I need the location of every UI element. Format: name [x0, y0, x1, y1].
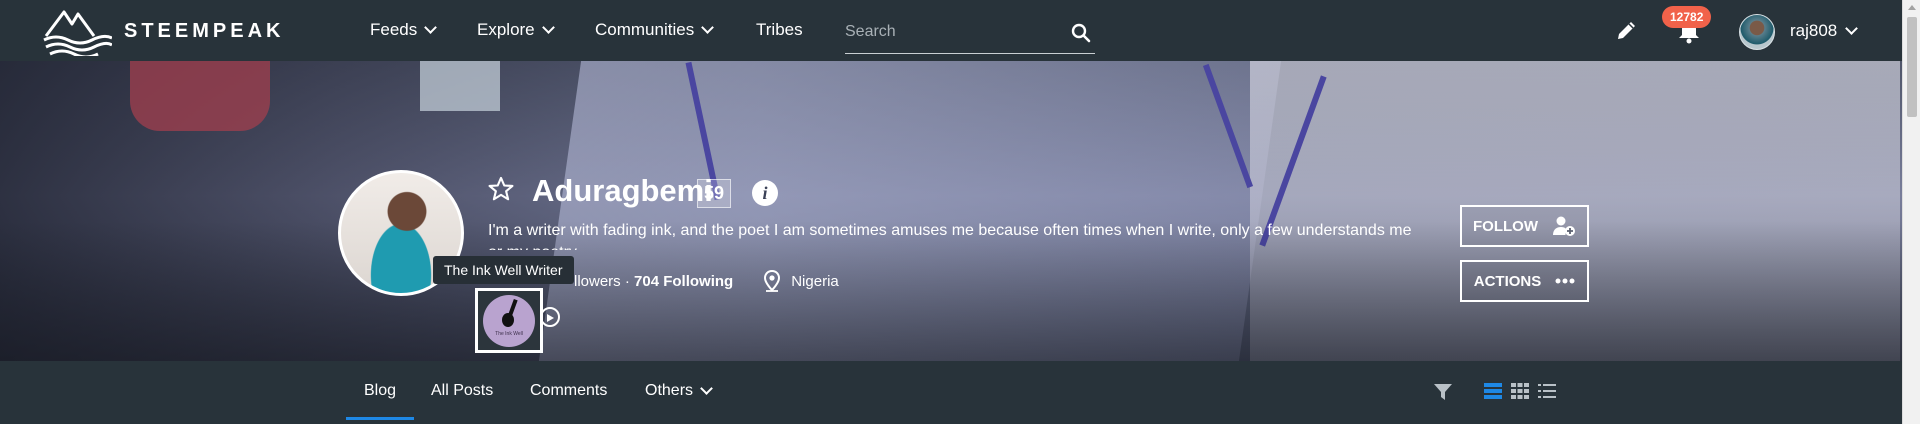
compact-list-icon[interactable] [1538, 383, 1556, 399]
ink-drop-shape [502, 312, 514, 327]
tab-all-posts-label: All Posts [431, 382, 494, 399]
nav-feeds-label: Feeds [370, 20, 418, 39]
top-navbar: STEEMPEAK Feeds Explore Communities Trib… [0, 0, 1902, 61]
more-dots-icon [1555, 278, 1575, 284]
star-icon[interactable] [487, 175, 515, 203]
follow-button[interactable]: FOLLOW [1460, 205, 1589, 247]
followers-count[interactable]: llowers [574, 273, 621, 290]
location: Nigeria [763, 270, 839, 292]
tab-others-label: Others [645, 382, 694, 399]
profile-name: Aduragbemi [532, 173, 713, 208]
nav-explore[interactable]: Explore [477, 20, 555, 40]
community-logo-text: The Ink Well [495, 330, 523, 337]
ink-well-logo: The Ink Well [483, 294, 535, 347]
nav-tribes[interactable]: Tribes [756, 20, 803, 40]
tab-blog[interactable]: Blog [364, 382, 396, 400]
filter-icon[interactable] [1433, 383, 1453, 401]
add-user-icon [1552, 216, 1575, 236]
actions-button[interactable]: ACTIONS [1460, 260, 1589, 302]
nav-feeds[interactable]: Feeds [370, 20, 438, 40]
play-circle-icon[interactable] [540, 307, 560, 327]
active-tab-indicator [346, 417, 414, 420]
nav-tribes-label: Tribes [756, 20, 803, 39]
tab-blog-label: Blog [364, 382, 397, 399]
follow-label: FOLLOW [1473, 217, 1538, 235]
tab-comments-label: Comments [530, 382, 608, 399]
community-badge[interactable]: The Ink Well [475, 288, 543, 353]
page: STEEMPEAK Feeds Explore Communities Trib… [0, 0, 1920, 424]
cover-shape [420, 61, 500, 111]
page-scrollbar[interactable] [1902, 0, 1920, 424]
community-tooltip: The Ink Well Writer [433, 256, 574, 284]
username-label: raj808 [1790, 21, 1838, 40]
grid-view-icon[interactable] [1511, 383, 1529, 399]
user-menu[interactable]: raj808 [1790, 21, 1859, 41]
list-view-icon[interactable] [1484, 383, 1502, 399]
chevron-down-icon [701, 21, 715, 34]
search-input[interactable] [845, 14, 1065, 50]
actions-label: ACTIONS [1473, 272, 1542, 290]
chevron-down-icon [1845, 22, 1859, 35]
nav-communities[interactable]: Communities [595, 20, 715, 40]
scroll-up-arrow-icon[interactable] [1908, 5, 1916, 10]
info-icon[interactable]: i [752, 180, 778, 206]
brand-name: STEEMPEAK [124, 19, 285, 42]
nav-explore-label: Explore [477, 20, 535, 39]
mountain-waves-logo-icon [43, 10, 112, 56]
notification-badge[interactable]: 12782 [1662, 6, 1712, 28]
user-avatar[interactable] [1739, 14, 1775, 50]
profile-bio: I'm a writer with fading ink, and the po… [488, 222, 1412, 250]
nav-communities-label: Communities [595, 20, 695, 39]
chevron-down-icon [541, 21, 555, 34]
search-icon[interactable] [1071, 23, 1091, 43]
tab-all-posts[interactable]: All Posts [431, 382, 493, 400]
scrollbar-thumb[interactable] [1907, 17, 1917, 117]
chevron-down-icon [700, 382, 713, 395]
search-box [845, 14, 1095, 54]
location-pin-icon [764, 270, 781, 292]
tab-comments[interactable]: Comments [530, 382, 607, 400]
following-count[interactable]: 704 Following [634, 273, 733, 290]
location-label: Nigeria [791, 272, 839, 290]
chevron-down-icon [424, 21, 438, 34]
cover-shape [130, 61, 270, 131]
pencil-icon[interactable] [1615, 18, 1639, 42]
reputation-badge: 59 [697, 179, 732, 208]
tab-others[interactable]: Others [645, 382, 713, 400]
profile-cover [0, 61, 1902, 361]
steempeak-logo[interactable]: STEEMPEAK [42, 6, 284, 56]
profile-tabbar: Blog All Posts Comments Others [0, 361, 1902, 424]
